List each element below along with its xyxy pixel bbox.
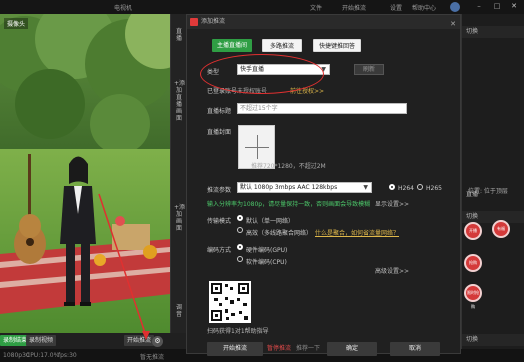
menu-help-center[interactable]: 帮助中心: [412, 3, 436, 12]
h264-radio[interactable]: [389, 184, 395, 190]
menu-start-stream[interactable]: 开始推流: [342, 3, 366, 12]
status-stream-state: 暂无推流: [140, 354, 165, 361]
app-window: 电视机 文件 开始推流 设置 帮助中心 – □ ✕ 摄像头 直播 +添加直播画面…: [0, 0, 524, 362]
app-logo-icon: [190, 18, 198, 26]
h265-radio[interactable]: [417, 184, 423, 190]
sticker-flash-sale[interactable]: 限时抢购: [464, 284, 482, 309]
advanced-settings-link[interactable]: 高级设置>>: [375, 266, 409, 275]
app-name: 电视机: [114, 5, 133, 12]
encode-gpu-radio[interactable]: [237, 244, 243, 250]
tab-multi-stream[interactable]: 多路推流: [262, 39, 302, 52]
stream-title-input[interactable]: 不超过15个字: [237, 103, 407, 114]
close-icon[interactable]: ✕: [510, 2, 518, 10]
h265-label: H265: [426, 185, 442, 192]
add-scene-button[interactable]: +添加画面: [174, 204, 185, 232]
right-panel-header[interactable]: 切换: [462, 26, 524, 38]
start-streaming-button[interactable]: 开始推流: [207, 342, 263, 356]
sticker-buy[interactable]: 抢购: [464, 254, 482, 272]
qr-caption: 扫码获得1对1帮助指导: [207, 328, 269, 335]
encode-label: 编码方式: [207, 247, 232, 254]
scene-side-strip: 直播 +添加直播画面 +添加画面 调音: [170, 14, 186, 336]
encode-gpu-label: 硬件编码(GPU): [246, 247, 288, 254]
transfer-mode-label: 传输模式: [207, 218, 232, 225]
sticker-open-live[interactable]: 开播: [464, 222, 482, 240]
confirm-button[interactable]: 确定: [327, 342, 377, 356]
preview-overlay-label: 摄像头: [4, 18, 29, 29]
transfer-default-label: 默认（单一网络）: [246, 218, 295, 225]
dialog-close-icon[interactable]: ✕: [450, 17, 456, 31]
title-bar: 电视机 文件 开始推流 设置 帮助中心 – □ ✕: [0, 0, 524, 14]
start-stream-button[interactable]: 开始推流: [124, 335, 155, 346]
dialog-title-bar: 添加推流 ✕: [187, 15, 460, 29]
annotation-ellipse: [200, 54, 324, 94]
user-avatar[interactable]: [450, 2, 460, 12]
stream-settings-gear-icon[interactable]: ⚙: [152, 336, 163, 347]
pause-streaming-button[interactable]: 暂停推流: [267, 342, 291, 356]
help-qr-code: [209, 281, 251, 323]
maximize-icon[interactable]: □: [493, 2, 501, 10]
right-tool-panel: 切换 直播 切换 位置: 位于顶层 开播 有福 抢购 限时抢购 切换: [461, 14, 524, 349]
resolution-note: 输入分辨率为1080p，请尽量保持一致，否则画面会导致模糊: [207, 201, 371, 208]
status-cpu: CPU:17.0%: [26, 352, 60, 359]
refresh-button[interactable]: 刷新: [354, 64, 384, 75]
right-panel-bottom-tab[interactable]: 切换: [462, 334, 524, 346]
cover-label: 直播封面: [207, 129, 232, 136]
stream-params-label: 推流参数: [207, 187, 232, 194]
recommend-button[interactable]: 推荐一下: [293, 342, 323, 356]
sticker-blessing[interactable]: 有福: [492, 220, 510, 238]
qr-code-icon: [211, 283, 249, 321]
add-live-scene-button[interactable]: +添加直播画面: [174, 80, 185, 122]
transfer-default-radio[interactable]: [237, 215, 243, 221]
cover-size-hint: 推荐720*1280，不超过2M: [251, 163, 326, 170]
aggregation-help-link[interactable]: 什么是聚合，如何省流量网络？: [315, 228, 399, 237]
tab-host-room[interactable]: 主播直播间: [212, 39, 252, 52]
stream-title-label: 直播标题: [207, 108, 232, 115]
stream-params-select[interactable]: 默认 1080p 3mbps AAC 128kbps ▼: [237, 182, 372, 193]
live-preview-canvas[interactable]: 摄像头: [0, 14, 170, 336]
status-fps: fps:30: [58, 352, 77, 359]
side-label-live: 直播: [175, 28, 182, 42]
side-label-audio: 调音: [175, 304, 182, 318]
preview-scene-image: [0, 14, 170, 336]
tab-shortcut-reply[interactable]: 快捷键推回答: [313, 39, 361, 52]
layer-position-label: 位置: 位于顶层: [468, 188, 508, 195]
dialog-title: 添加推流: [201, 18, 226, 25]
h264-label: H264: [398, 185, 414, 192]
show-settings-link[interactable]: 显示设置>>: [375, 199, 409, 208]
encode-cpu-radio[interactable]: [237, 256, 243, 262]
transfer-efficient-label: 高效（多线路聚合网络）: [246, 230, 313, 237]
chevron-down-icon: ▼: [363, 184, 368, 191]
menu-file[interactable]: 文件: [310, 3, 322, 12]
stream-params-value: 默认 1080p 3mbps AAC 128kbps: [240, 184, 338, 191]
cancel-button[interactable]: 取消: [390, 342, 440, 356]
minimize-icon[interactable]: –: [475, 2, 483, 10]
plus-icon-v: [257, 135, 258, 159]
encode-cpu-label: 软件编码(CPU): [246, 259, 287, 266]
menu-settings[interactable]: 设置: [390, 3, 402, 12]
transfer-efficient-radio[interactable]: [237, 227, 243, 233]
record-video-button[interactable]: 录制视频: [26, 335, 57, 346]
